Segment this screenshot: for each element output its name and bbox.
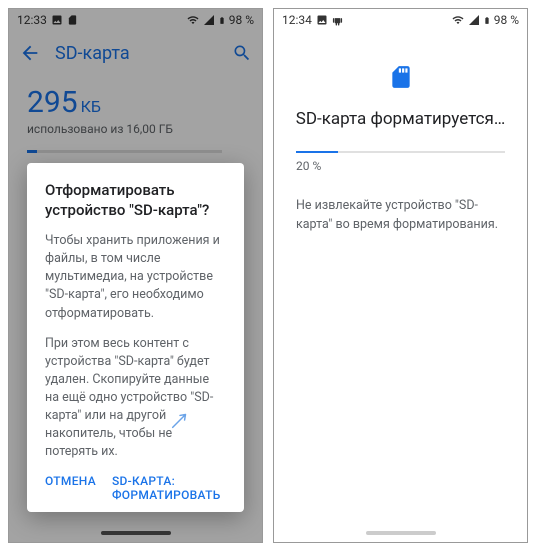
progress-fill bbox=[296, 151, 338, 153]
signal-icon bbox=[468, 14, 480, 26]
phone-right: 12:34 98 % SD-карта форматируется… 20 % … bbox=[273, 8, 528, 543]
dialog-paragraph-1: Чтобы хранить приложения и файлы, в том … bbox=[45, 232, 226, 323]
dialog-title: Отформатировать устройство "SD-карта"? bbox=[45, 181, 226, 220]
status-bar-right: 12:34 98 % bbox=[274, 9, 527, 31]
phone-left: 12:33 98 % SD-карта 295КБ использовано и… bbox=[8, 8, 263, 543]
wifi-icon bbox=[451, 14, 465, 26]
battery-icon bbox=[483, 14, 491, 27]
status-time: 12:34 bbox=[282, 13, 312, 27]
format-dialog: Отформатировать устройство "SD-карта"? Ч… bbox=[27, 163, 244, 512]
format-button[interactable]: SD-КАРТА: ФОРМАТИРОВАТЬ bbox=[112, 474, 226, 502]
sd-card-icon bbox=[274, 61, 527, 93]
dialog-paragraph-2: При этом весь контент с устройства "SD-к… bbox=[45, 335, 226, 462]
dialog-actions: ОТМЕНА SD-КАРТА: ФОРМАТИРОВАТЬ bbox=[45, 474, 226, 502]
status-right-cluster: 98 % bbox=[451, 13, 519, 27]
formatting-title: SD-карта форматируется… bbox=[274, 109, 527, 129]
battery-percent: 98 % bbox=[494, 13, 519, 27]
android-icon bbox=[332, 14, 343, 26]
nav-pill[interactable] bbox=[366, 531, 436, 535]
dialog-body: Чтобы хранить приложения и файлы, в том … bbox=[45, 232, 226, 462]
status-left-cluster: 12:34 bbox=[282, 13, 343, 27]
navbar bbox=[274, 524, 527, 542]
warning-text: Не извлекайте устройство "SD-карта" во в… bbox=[296, 197, 505, 235]
progress-bar bbox=[296, 151, 505, 153]
cancel-button[interactable]: ОТМЕНА bbox=[45, 474, 96, 502]
cursor-arrow-icon bbox=[169, 409, 191, 431]
progress-percent: 20 % bbox=[296, 159, 527, 173]
image-icon bbox=[316, 14, 328, 26]
